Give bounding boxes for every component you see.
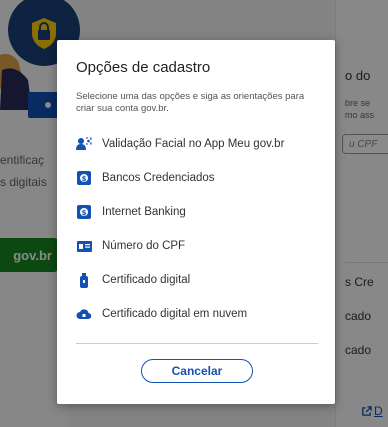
modal-title: Opções de cadastro: [76, 59, 211, 76]
face-id-icon: [76, 136, 92, 152]
option-label: Certificado digital: [102, 274, 191, 286]
option-label: Número do CPF: [102, 240, 186, 252]
svg-text:$: $: [82, 175, 87, 183]
option-cpf-number[interactable]: Número do CPF: [76, 229, 318, 263]
registration-options-modal: Opções de cadastro Selecione uma das opç…: [57, 40, 335, 404]
option-label: Certificado digital em nuvem: [102, 308, 248, 320]
modal-divider: [76, 343, 318, 344]
bank-icon: $: [76, 204, 92, 220]
svg-text:$: $: [82, 209, 87, 217]
option-internet-banking[interactable]: $ Internet Banking: [76, 195, 318, 229]
modal-footer: Cancelar: [76, 359, 318, 383]
option-digital-certificate[interactable]: Certificado digital: [76, 263, 318, 297]
options-list: Validação Facial no App Meu gov.br $ Ban…: [76, 127, 318, 331]
option-facial-validation[interactable]: Validação Facial no App Meu gov.br: [76, 127, 318, 161]
modal-description: Selecione uma das opções e siga as orien…: [76, 91, 305, 114]
cancel-button[interactable]: Cancelar: [141, 359, 253, 383]
option-cloud-certificate[interactable]: Certificado digital em nuvem: [76, 297, 318, 331]
id-card-icon: [76, 238, 92, 254]
option-accredited-banks[interactable]: $ Bancos Credenciados: [76, 161, 318, 195]
cloud-icon: [76, 306, 92, 322]
bank-icon: $: [76, 170, 92, 186]
option-label: Validação Facial no App Meu gov.br: [102, 138, 285, 150]
option-label: Bancos Credenciados: [102, 172, 215, 184]
option-label: Internet Banking: [102, 206, 186, 218]
usb-token-icon: [76, 272, 92, 288]
